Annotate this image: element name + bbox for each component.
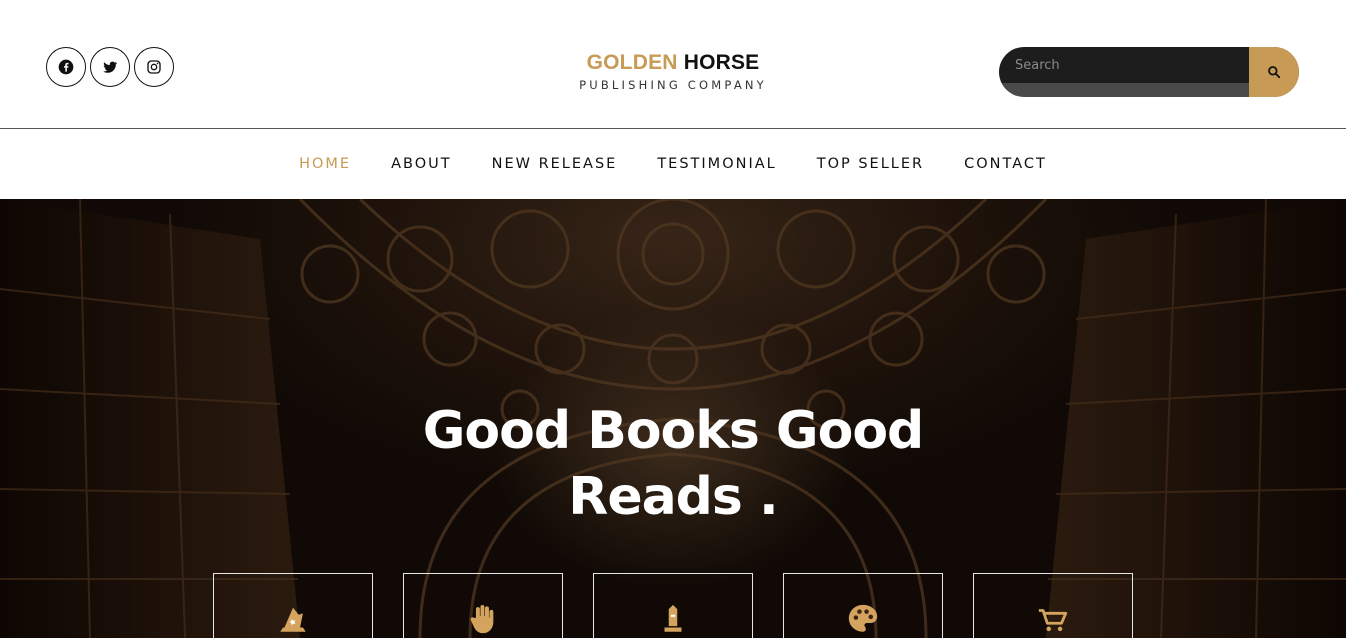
search-input[interactable] bbox=[999, 47, 1249, 83]
hero-section: Good Books Good Reads . bbox=[0, 199, 1346, 638]
nav-item-home[interactable]: HOME bbox=[299, 156, 351, 172]
nav-item-contact[interactable]: CONTACT bbox=[964, 156, 1047, 172]
feature-card-fantasy[interactable] bbox=[213, 573, 373, 638]
logo-title-gold: GOLDEN bbox=[586, 51, 678, 74]
hero-title: Good Books Good Reads . bbox=[323, 398, 1023, 530]
twitter-icon bbox=[103, 61, 118, 73]
main-nav: HOME ABOUT NEW RELEASE TESTIMONIAL TOP S… bbox=[0, 129, 1346, 199]
search-box bbox=[999, 47, 1299, 97]
feature-card-hand[interactable] bbox=[403, 573, 563, 638]
wizard-hat-icon bbox=[280, 607, 306, 632]
nav-item-top-seller[interactable]: TOP SELLER bbox=[817, 156, 924, 172]
hero-title-line-2: Reads . bbox=[568, 467, 778, 527]
facebook-link[interactable] bbox=[46, 47, 86, 87]
search-button[interactable] bbox=[1249, 47, 1299, 97]
logo-subtitle: PUBLISHING COMPANY bbox=[579, 78, 767, 92]
logo-title: GOLDEN HORSE bbox=[523, 50, 823, 76]
social-links bbox=[46, 47, 174, 87]
twitter-link[interactable] bbox=[90, 47, 130, 87]
hand-icon bbox=[470, 604, 494, 634]
monument-icon bbox=[664, 604, 682, 632]
hero-title-line-1: Good Books Good bbox=[422, 401, 925, 461]
site-header: GOLDEN HORSE PUBLISHING COMPANY bbox=[0, 0, 1346, 128]
nav-item-about[interactable]: ABOUT bbox=[391, 156, 452, 172]
instagram-link[interactable] bbox=[134, 47, 174, 87]
search-icon bbox=[1268, 66, 1281, 79]
feature-card-shop[interactable] bbox=[973, 573, 1133, 638]
shopping-cart-icon bbox=[1038, 609, 1068, 632]
nav-item-testimonial[interactable]: TESTIMONIAL bbox=[657, 156, 776, 172]
logo-title-dark: HORSE bbox=[683, 51, 760, 74]
site-logo[interactable]: GOLDEN HORSE PUBLISHING COMPANY bbox=[523, 50, 823, 93]
feature-card-monument[interactable] bbox=[593, 573, 753, 638]
feature-cards bbox=[213, 573, 1133, 638]
facebook-icon bbox=[58, 59, 74, 75]
feature-card-art[interactable] bbox=[783, 573, 943, 638]
nav-item-new-release[interactable]: NEW RELEASE bbox=[492, 156, 618, 172]
instagram-icon bbox=[147, 60, 161, 74]
palette-icon bbox=[848, 604, 878, 632]
